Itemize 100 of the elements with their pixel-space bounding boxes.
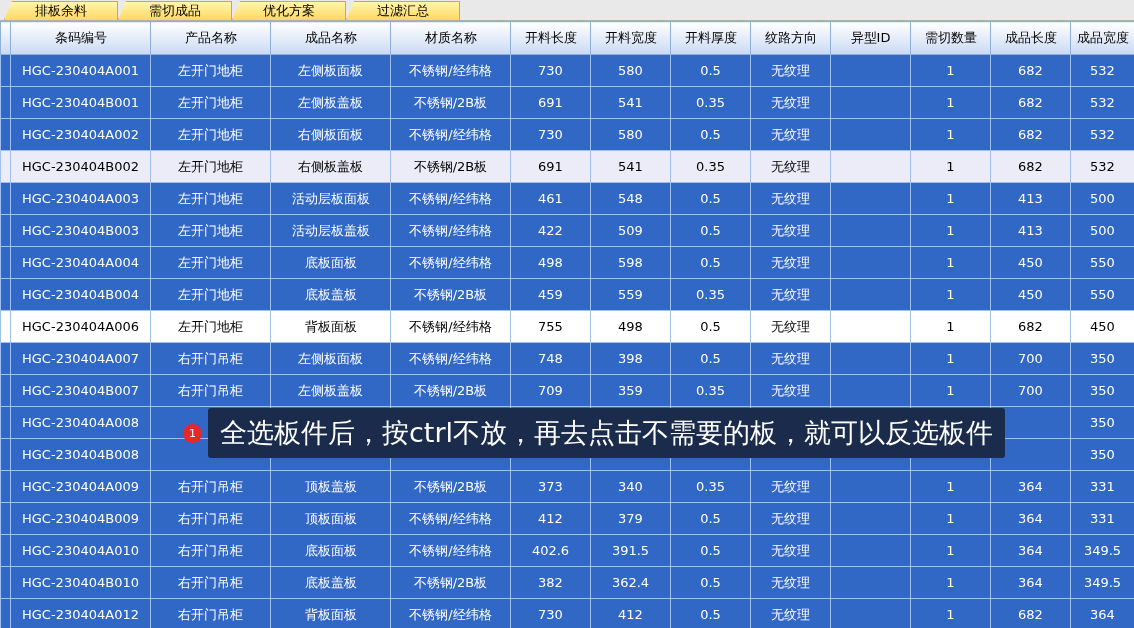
- table-row[interactable]: HGC-230404B007 右开门吊柜 左侧板盖板 不锈钢/2B板 709 359 0.35 无纹理 1 700 350: [0, 374, 1134, 407]
- tab[interactable]: 过滤汇总: [346, 1, 460, 20]
- table-row[interactable]: HGC-230404A004 左开门地柜 底板面板 不锈钢/经纬格 498 598 0.5 无纹理 1 450 550: [0, 246, 1134, 279]
- table-row[interactable]: HGC-230404B010 右开门吊柜 底板盖板 不锈钢/2B板 382 362.4 0.5 无纹理 1 364 349.5: [0, 566, 1134, 599]
- column-header[interactable]: 开料厚度: [670, 21, 751, 55]
- table-cell: HGC-230404A003: [10, 182, 151, 215]
- table-cell: 0.5: [670, 566, 751, 599]
- table-cell: 1: [910, 310, 991, 343]
- column-header[interactable]: 纹路方向: [750, 21, 831, 55]
- tab[interactable]: 排板余料: [4, 1, 118, 20]
- table-cell: 450: [990, 278, 1071, 311]
- column-header[interactable]: 条码编号: [10, 21, 151, 55]
- table-cell: 548: [590, 182, 671, 215]
- table-row[interactable]: HGC-230404A002 左开门地柜 右侧板面板 不锈钢/经纬格 730 580 0.5 无纹理 1 682 532: [0, 118, 1134, 151]
- table-cell: 顶板盖板: [270, 470, 391, 503]
- table-cell: 无纹理: [750, 246, 831, 279]
- column-header[interactable]: 成品宽度: [1070, 21, 1134, 55]
- table-cell: 500: [1070, 182, 1134, 215]
- table-row[interactable]: HGC-230404A007 右开门吊柜 左侧板面板 不锈钢/经纬格 748 398 0.5 无纹理 1 700 350: [0, 342, 1134, 375]
- table-row[interactable]: HGC-230404B009 右开门吊柜 顶板面板 不锈钢/经纬格 412 379 0.5 无纹理 1 364 331: [0, 502, 1134, 535]
- table-cell: 不锈钢/2B板: [390, 470, 511, 503]
- column-header[interactable]: 开料长度: [510, 21, 591, 55]
- table-cell: 532: [1070, 150, 1134, 183]
- table-cell: 左开门地柜: [150, 214, 271, 247]
- table-row[interactable]: HGC-230404A001 左开门地柜 左侧板面板 不锈钢/经纬格 730 580 0.5 无纹理 1 682 532: [0, 54, 1134, 87]
- table-cell: 413: [990, 182, 1071, 215]
- table-cell: 无纹理: [750, 598, 831, 628]
- table-row[interactable]: HGC-230404A006 左开门地柜 背板面板 不锈钢/经纬格 755 498 0.5 无纹理 1 682 450: [0, 310, 1134, 343]
- table-cell: 1: [910, 566, 991, 599]
- table-cell: 0.35: [670, 374, 751, 407]
- table-cell: 0.5: [670, 118, 751, 151]
- table-cell: HGC-230404A004: [10, 246, 151, 279]
- table-cell: HGC-230404B002: [10, 150, 151, 183]
- table-cell: 0.35: [670, 470, 751, 503]
- tab[interactable]: 优化方案: [232, 1, 346, 20]
- table-cell: 580: [590, 118, 671, 151]
- table-cell: 无纹理: [750, 278, 831, 311]
- table-cell: 不锈钢/经纬格: [390, 502, 511, 535]
- table-cell: 422: [510, 214, 591, 247]
- table-cell: 382: [510, 566, 591, 599]
- table-cell: 不锈钢/经纬格: [390, 214, 511, 247]
- column-header[interactable]: 成品长度: [990, 21, 1071, 55]
- table-cell: 右开门吊柜: [150, 470, 271, 503]
- table-cell: HGC-230404B001: [10, 86, 151, 119]
- table-cell: 1: [910, 86, 991, 119]
- column-header[interactable]: 材质名称: [390, 21, 511, 55]
- table-row[interactable]: HGC-230404B002 左开门地柜 右侧板盖板 不锈钢/2B板 691 541 0.35 无纹理 1 682 532: [0, 150, 1134, 183]
- table-row[interactable]: HGC-230404A003 左开门地柜 活动层板面板 不锈钢/经纬格 461 548 0.5 无纹理 1 413 500: [0, 182, 1134, 215]
- table-cell: 349.5: [1070, 566, 1134, 599]
- table-cell: 748: [510, 342, 591, 375]
- table-cell: 右开门吊柜: [150, 374, 271, 407]
- table-cell: 左开门地柜: [150, 54, 271, 87]
- table-cell: 左开门地柜: [150, 246, 271, 279]
- table-cell: 左开门地柜: [150, 310, 271, 343]
- table-cell: 0.5: [670, 54, 751, 87]
- table-cell: 底板面板: [270, 246, 391, 279]
- table-cell: HGC-230404B007: [10, 374, 151, 407]
- table-cell: HGC-230404B004: [10, 278, 151, 311]
- column-header[interactable]: 异型ID: [830, 21, 911, 55]
- table-row[interactable]: HGC-230404B003 左开门地柜 活动层板盖板 不锈钢/经纬格 422 509 0.5 无纹理 1 413 500: [0, 214, 1134, 247]
- table-cell: 691: [510, 150, 591, 183]
- table-cell: 背板面板: [270, 310, 391, 343]
- table-cell: 右开门吊柜: [150, 566, 271, 599]
- table-cell: 0.35: [670, 150, 751, 183]
- table-cell: 1: [910, 534, 991, 567]
- table-cell: 364: [990, 502, 1071, 535]
- table-cell: HGC-230404A002: [10, 118, 151, 151]
- tab[interactable]: 需切成品: [118, 1, 232, 20]
- table-cell: 580: [590, 54, 671, 87]
- table-cell: 1: [910, 470, 991, 503]
- table-cell: 右侧板盖板: [270, 150, 391, 183]
- table-cell: 0.35: [670, 278, 751, 311]
- tooltip: 全选板件后，按ctrl不放，再去点击不需要的板，就可以反选板件: [208, 408, 1006, 458]
- table-cell: 1: [910, 54, 991, 87]
- table-row[interactable]: HGC-230404B004 左开门地柜 底板盖板 不锈钢/2B板 459 559 0.35 无纹理 1 450 550: [0, 278, 1134, 311]
- table-cell: 682: [990, 86, 1071, 119]
- column-header[interactable]: 产品名称: [150, 21, 271, 55]
- table-cell: 右开门吊柜: [150, 502, 271, 535]
- table-cell: 1: [910, 598, 991, 628]
- table-cell: 700: [990, 342, 1071, 375]
- table-row[interactable]: HGC-230404A010 右开门吊柜 底板面板 不锈钢/经纬格 402.6 391.5 0.5 无纹理 1 364 349.5: [0, 534, 1134, 567]
- table-cell: 350: [1070, 374, 1134, 407]
- column-header[interactable]: 开料宽度: [590, 21, 671, 55]
- column-header[interactable]: 需切数量: [910, 21, 991, 55]
- table-cell: 350: [1070, 342, 1134, 375]
- table-cell: 右开门吊柜: [150, 534, 271, 567]
- table-cell: 不锈钢/经纬格: [390, 534, 511, 567]
- table-cell: 1: [910, 374, 991, 407]
- table-cell: 不锈钢/经纬格: [390, 598, 511, 628]
- table-row[interactable]: HGC-230404A012 右开门吊柜 背板面板 不锈钢/经纬格 730 412 0.5 无纹理 1 682 364: [0, 598, 1134, 628]
- table-row[interactable]: HGC-230404B001 左开门地柜 左侧板盖板 不锈钢/2B板 691 541 0.35 无纹理 1 682 532: [0, 86, 1134, 119]
- column-header[interactable]: 成品名称: [270, 21, 391, 55]
- table-cell: HGC-230404A007: [10, 342, 151, 375]
- table-cell: 无纹理: [750, 342, 831, 375]
- table-cell: 无纹理: [750, 214, 831, 247]
- table-cell: 349.5: [1070, 534, 1134, 567]
- table-cell: HGC-230404B009: [10, 502, 151, 535]
- table-row[interactable]: HGC-230404A009 右开门吊柜 顶板盖板 不锈钢/2B板 373 340 0.35 无纹理 1 364 331: [0, 470, 1134, 503]
- table-cell: 450: [1070, 310, 1134, 343]
- table-cell: 左侧板盖板: [270, 374, 391, 407]
